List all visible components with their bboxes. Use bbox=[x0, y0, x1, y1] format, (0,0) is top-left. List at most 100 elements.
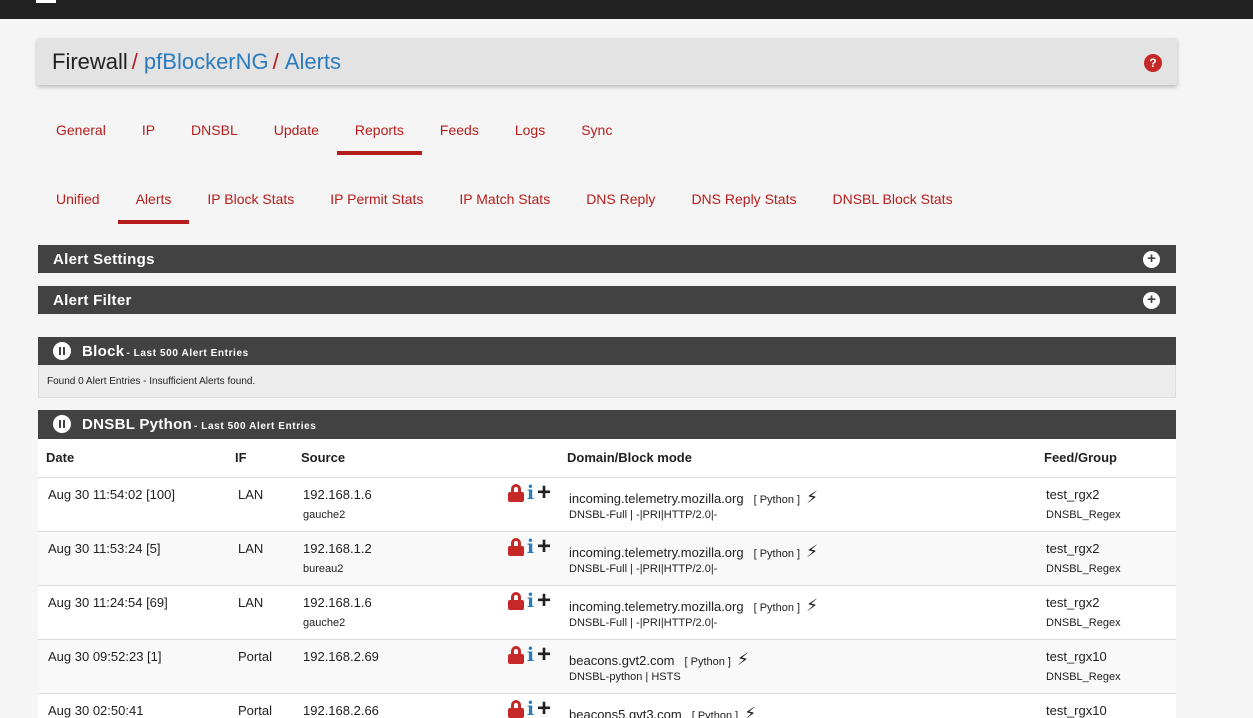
cell-hostname: gauche2 bbox=[303, 617, 346, 629]
cell-feed: test_rgx10 bbox=[1046, 649, 1107, 664]
tab-sync[interactable]: Sync bbox=[563, 112, 630, 152]
subtab-ip-match-stats[interactable]: IP Match Stats bbox=[441, 181, 568, 221]
bolt-icon[interactable]: ⚡︎ bbox=[806, 596, 818, 615]
top-navbar bbox=[0, 0, 1253, 19]
table-row: Aug 30 02:50:41 Portal 192.168.2.66 i + beaco… bbox=[38, 693, 1176, 718]
row-actions: i + bbox=[508, 643, 551, 667]
header-source[interactable]: Source bbox=[301, 450, 345, 465]
cell-source: 192.168.2.69 bbox=[303, 649, 379, 664]
subtab-ip-permit-stats[interactable]: IP Permit Stats bbox=[312, 181, 441, 221]
cell-date: Aug 30 11:53:24 [5] bbox=[48, 541, 161, 556]
table-row: Aug 30 11:24:54 [69] LAN 192.168.1.6 gauche… bbox=[38, 585, 1176, 639]
cell-source: 192.168.1.2 bbox=[303, 541, 372, 556]
bolt-icon[interactable]: ⚡︎ bbox=[737, 650, 749, 669]
info-icon[interactable]: i bbox=[526, 483, 535, 503]
table-row: Aug 30 11:54:02 [100] LAN 192.168.1.6 gauch… bbox=[38, 477, 1176, 531]
cell-domain: beacons.gvt2.com [ Python ] ⚡︎ bbox=[569, 650, 749, 670]
domain-text: beacons5.gvt3.com bbox=[569, 707, 682, 718]
tab-dnsbl[interactable]: DNSBL bbox=[173, 112, 256, 152]
alert-settings-panel[interactable]: Alert Settings + bbox=[38, 245, 1176, 273]
cell-if: LAN bbox=[238, 487, 264, 502]
lock-icon[interactable] bbox=[508, 538, 524, 556]
breadcrumb-pfblockerng[interactable]: pfBlockerNG bbox=[144, 49, 269, 74]
primary-tabs: General IP DNSBL Update Reports Feeds Logs Sync bbox=[38, 112, 630, 155]
bolt-icon[interactable]: ⚡︎ bbox=[806, 488, 818, 507]
domain-text: beacons.gvt2.com bbox=[569, 653, 675, 668]
cell-domain: incoming.telemetry.mozilla.org [ Python ]… bbox=[569, 596, 818, 616]
header-feed[interactable]: Feed/Group bbox=[1044, 450, 1117, 465]
header-date[interactable]: Date bbox=[46, 450, 74, 465]
dnsbl-python-title: DNSBL Python - Last 500 Alert Entries bbox=[82, 416, 316, 433]
row-actions: i + bbox=[508, 535, 551, 559]
lock-icon[interactable] bbox=[508, 592, 524, 610]
table-row: Aug 30 09:52:23 [1] Portal 192.168.2.69 i + b… bbox=[38, 639, 1176, 693]
table-row: Aug 30 11:53:24 [5] LAN 192.168.1.2 bureau2… bbox=[38, 531, 1176, 585]
plus-icon[interactable]: + bbox=[537, 697, 551, 718]
plus-icon[interactable]: + bbox=[537, 481, 551, 505]
tab-logs[interactable]: Logs bbox=[497, 112, 563, 152]
subtab-ip-block-stats[interactable]: IP Block Stats bbox=[189, 181, 312, 221]
cell-date: Aug 30 09:52:23 [1] bbox=[48, 649, 162, 664]
cell-feed: test_rgx10 bbox=[1046, 703, 1107, 718]
plus-icon[interactable]: + bbox=[537, 643, 551, 667]
cell-date: Aug 30 11:54:02 [100] bbox=[48, 487, 175, 502]
plus-icon[interactable]: + bbox=[537, 589, 551, 613]
plus-icon[interactable]: + bbox=[537, 535, 551, 559]
expand-plus-icon[interactable]: + bbox=[1143, 251, 1160, 268]
secondary-tabs: Unified Alerts IP Block Stats IP Permit Sta… bbox=[38, 181, 971, 224]
info-icon[interactable]: i bbox=[526, 645, 535, 665]
row-actions: i + bbox=[508, 697, 551, 718]
block-mode: [ Python ] bbox=[753, 494, 801, 506]
cell-if: Portal bbox=[238, 649, 272, 664]
subtab-dns-reply-stats[interactable]: DNS Reply Stats bbox=[673, 181, 814, 221]
cell-if: LAN bbox=[238, 541, 264, 556]
bolt-icon[interactable]: ⚡︎ bbox=[806, 542, 818, 561]
block-panel-body: Found 0 Alert Entries - Insufficient Ale… bbox=[38, 365, 1176, 398]
breadcrumb-alerts[interactable]: Alerts bbox=[285, 49, 341, 74]
info-icon[interactable]: i bbox=[526, 699, 535, 718]
block-mode: [ Python ] bbox=[691, 710, 739, 718]
cell-if: LAN bbox=[238, 595, 264, 610]
block-mode: [ Python ] bbox=[753, 548, 801, 560]
subtab-dnsbl-block-stats[interactable]: DNSBL Block Stats bbox=[814, 181, 970, 221]
block-empty-message: Found 0 Alert Entries - Insufficient Ale… bbox=[47, 376, 256, 387]
tab-ip[interactable]: IP bbox=[124, 112, 173, 152]
lock-icon[interactable] bbox=[508, 700, 524, 718]
cell-domain-detail: DNSBL-python | HSTS bbox=[569, 671, 681, 683]
dnsbl-python-panel-header: DNSBL Python - Last 500 Alert Entries bbox=[38, 410, 1176, 439]
cell-source: 192.168.2.66 bbox=[303, 703, 379, 718]
lock-icon[interactable] bbox=[508, 646, 524, 664]
alerts-table: Date IF Source Domain/Block mode Feed/Gr… bbox=[38, 439, 1176, 718]
pause-icon[interactable] bbox=[53, 342, 71, 360]
block-title: Block - Last 500 Alert Entries bbox=[82, 343, 249, 360]
block-title-text: Block bbox=[82, 343, 125, 360]
subtab-unified[interactable]: Unified bbox=[38, 181, 118, 221]
bolt-icon[interactable]: ⚡︎ bbox=[744, 704, 756, 718]
cell-domain-detail: DNSBL-Full | -|PRI|HTTP/2.0|- bbox=[569, 617, 718, 629]
subtab-dns-reply[interactable]: DNS Reply bbox=[568, 181, 673, 221]
alert-filter-panel[interactable]: Alert Filter + bbox=[38, 286, 1176, 314]
info-icon[interactable]: i bbox=[526, 537, 535, 557]
pause-icon[interactable] bbox=[53, 415, 71, 433]
tab-general[interactable]: General bbox=[38, 112, 124, 152]
cell-date: Aug 30 02:50:41 bbox=[48, 703, 144, 718]
header-if[interactable]: IF bbox=[235, 450, 247, 465]
domain-text: incoming.telemetry.mozilla.org bbox=[569, 599, 744, 614]
tab-update[interactable]: Update bbox=[256, 112, 337, 152]
block-mode: [ Python ] bbox=[753, 602, 801, 614]
lock-icon[interactable] bbox=[508, 484, 524, 502]
logo[interactable] bbox=[36, 0, 56, 3]
breadcrumb-separator: / bbox=[131, 49, 138, 74]
help-icon[interactable]: ? bbox=[1144, 54, 1162, 72]
subtab-alerts[interactable]: Alerts bbox=[117, 181, 190, 224]
domain-text: incoming.telemetry.mozilla.org bbox=[569, 491, 744, 506]
header-domain[interactable]: Domain/Block mode bbox=[567, 450, 692, 465]
block-panel-header: Block - Last 500 Alert Entries bbox=[38, 337, 1176, 365]
dnsbl-python-subtitle: - Last 500 Alert Entries bbox=[194, 421, 317, 432]
expand-plus-icon[interactable]: + bbox=[1143, 292, 1160, 309]
tab-reports[interactable]: Reports bbox=[336, 112, 422, 155]
tab-feeds[interactable]: Feeds bbox=[422, 112, 497, 152]
cell-group: DNSBL_Regex bbox=[1046, 671, 1121, 683]
info-icon[interactable]: i bbox=[526, 591, 535, 611]
cell-group: DNSBL_Regex bbox=[1046, 509, 1121, 521]
